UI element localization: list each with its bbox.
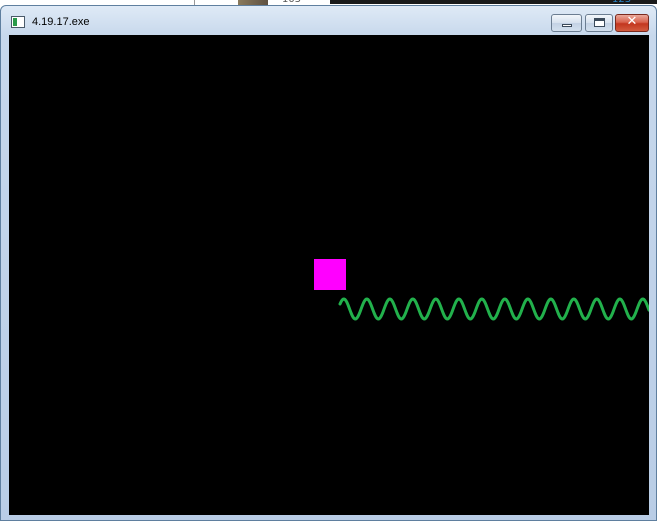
- title-bar[interactable]: 4.19.17.exe ✕: [1, 6, 656, 36]
- render-canvas[interactable]: [9, 35, 649, 515]
- minimize-icon: [562, 24, 572, 27]
- desktop-dark-strip: [330, 0, 657, 4]
- scene-svg: [314, 259, 649, 321]
- minimize-button[interactable]: [551, 14, 582, 32]
- close-button[interactable]: ✕: [615, 14, 649, 32]
- close-icon: ✕: [626, 14, 638, 29]
- green-spring: [338, 297, 649, 321]
- window-title: 4.19.17.exe: [32, 16, 90, 28]
- maximize-icon: [594, 18, 605, 27]
- console-app-icon[interactable]: [11, 16, 25, 28]
- magenta-square: [314, 259, 346, 290]
- maximize-button[interactable]: [585, 14, 613, 32]
- app-window: 4.19.17.exe ✕: [0, 5, 657, 521]
